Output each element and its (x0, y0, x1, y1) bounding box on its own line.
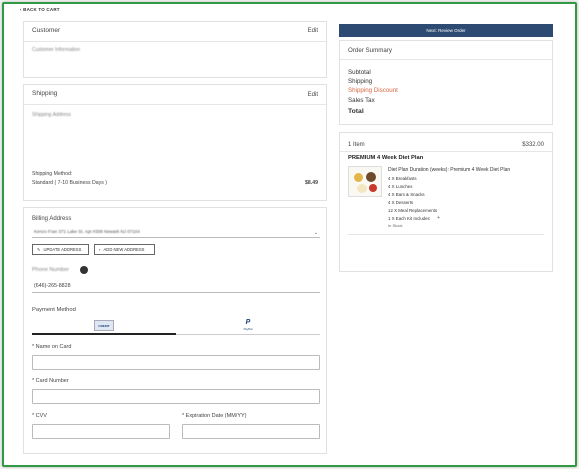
shipping-method-price: $8.49 (305, 180, 318, 186)
cvv-input[interactable] (32, 424, 170, 439)
cvv-label: * CVV (32, 413, 47, 419)
product-name: PREMIUM 4 Week Diet Plan (348, 155, 424, 161)
info-icon[interactable] (80, 266, 88, 274)
cart-items-card: 1 Item $332.00 PREMIUM 4 Week Diet Plan … (339, 132, 553, 272)
add-new-address-button[interactable]: ⬩ ADD NEW ADDRESS (94, 244, 155, 255)
billing-address-value: Kenzo Fran 371 Lake St. Apt #308 Newark … (34, 229, 140, 234)
cart-price: $332.00 (522, 142, 544, 148)
item-count: 1 Item (348, 142, 365, 148)
shipping-method-value: Standard ( 7-10 Business Days ) (32, 180, 107, 186)
plus-icon[interactable]: + (437, 215, 440, 221)
shipping-method-label: Shipping Method: (32, 171, 73, 177)
customer-title: Customer (32, 27, 61, 34)
divider (340, 151, 552, 152)
summary-shipping: Shipping (348, 78, 373, 85)
customer-card: Customer Edit Customer Information (23, 21, 327, 78)
product-option: Diet Plan Duration (weeks): Premium 4 We… (388, 167, 511, 173)
chevron-down-icon: ⌄ (313, 230, 318, 236)
billing-card: Billing Address Kenzo Fran 371 Lake St. … (23, 207, 327, 454)
shipping-title: Shipping (32, 90, 58, 97)
pin-icon: ⬩ (99, 247, 101, 252)
review-order-button[interactable]: Next: Review Order (339, 24, 553, 37)
update-address-label: UPDATE ADDRESS (43, 247, 82, 252)
summary-sales-tax: Sales Tax (348, 97, 375, 104)
stock-status: In Stock (388, 223, 403, 228)
divider (24, 104, 326, 105)
card-number-label: * Card Number (32, 378, 69, 384)
back-to-cart-link[interactable]: ‹ BACK TO CART (20, 7, 60, 12)
payment-method-title: Payment Method (32, 307, 76, 313)
phone-value: (646)-265-8828 (34, 283, 71, 289)
credit-card-icon: CREDIT (94, 320, 114, 331)
customer-edit-link[interactable]: Edit (308, 28, 318, 34)
card-number-input[interactable] (32, 389, 320, 404)
add-address-label: ADD NEW ADDRESS (103, 247, 145, 252)
billing-title: Billing Address (32, 216, 72, 222)
expiration-date-label: * Expiration Date (MM/YY) (182, 413, 247, 419)
paypal-tab-label: PayPal (243, 327, 253, 331)
expiration-date-input[interactable] (182, 424, 320, 439)
update-address-button[interactable]: ✎ UPDATE ADDRESS (32, 244, 89, 255)
divider (348, 234, 544, 235)
shipping-card: Shipping Edit Shipping Address Shipping … (23, 84, 327, 201)
summary-total: Total (348, 108, 364, 115)
product-line[interactable]: 1 X Each Kit Includes (388, 216, 430, 221)
product-line: 4 X Lunches (388, 184, 413, 189)
name-on-card-label: * Name on Card (32, 344, 72, 350)
shipping-address-label: Shipping Address (32, 112, 71, 118)
credit-tab-label: CREDIT (98, 323, 110, 328)
billing-address-select[interactable]: Kenzo Fran 371 Lake St. Apt #308 Newark … (32, 228, 320, 238)
summary-shipping-discount: Shipping Discount (348, 87, 398, 94)
order-summary-title: Order Summary (348, 47, 393, 54)
edit-icon: ✎ (37, 247, 41, 252)
product-image (348, 166, 382, 197)
divider (24, 41, 326, 42)
phone-field[interactable]: (646)-265-8828 (32, 280, 320, 293)
product-line: 12 X Meal Replacements (388, 208, 438, 213)
tab-paypal[interactable]: P PayPal (176, 318, 320, 335)
tab-credit[interactable]: CREDIT (32, 318, 176, 335)
paypal-icon: P PayPal (243, 319, 253, 331)
phone-label: Phone Number (32, 267, 69, 273)
product-line: 4 X Desserts (388, 200, 414, 205)
shipping-edit-link[interactable]: Edit (308, 92, 318, 98)
summary-subtotal: Subtotal (348, 69, 371, 76)
divider (340, 59, 552, 60)
order-summary-card: Order Summary Subtotal Shipping Shipping… (339, 40, 553, 125)
name-on-card-input[interactable] (32, 355, 320, 370)
product-line: 4 X Breakfasts (388, 176, 417, 181)
product-line: 4 X Bars & Snacks (388, 192, 425, 197)
customer-info-label: Customer Information (32, 47, 81, 53)
